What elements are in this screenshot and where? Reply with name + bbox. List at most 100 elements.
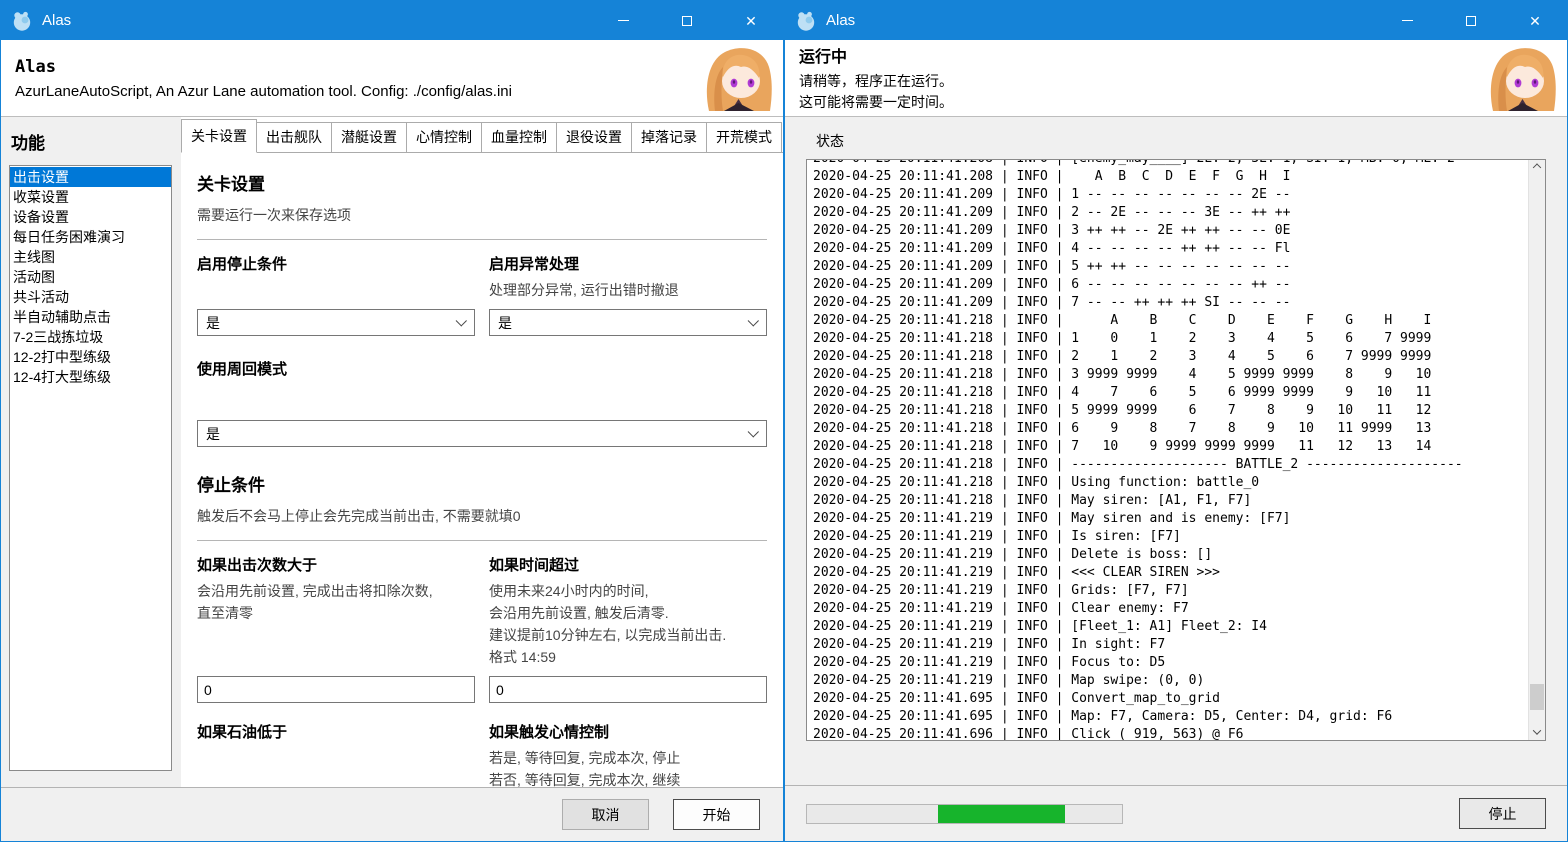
cancel-button[interactable]: 取消	[562, 799, 649, 830]
log-line: 2020-04-25 20:11:41.208 | INFO | [enemy_…	[813, 159, 1528, 168]
log-line: 2020-04-25 20:11:41.218 | INFO | 6 9 8 7…	[813, 420, 1528, 438]
running-message: 请稍等，程序正在运行。 这可能将需要一定时间。	[799, 71, 1485, 113]
chevron-down-icon	[456, 315, 467, 326]
chevron-down-icon	[748, 315, 759, 326]
enable-stop-value: 是	[206, 313, 220, 333]
minimize-button[interactable]	[591, 1, 655, 40]
log-line: 2020-04-25 20:11:41.219 | INFO | Map swi…	[813, 672, 1528, 690]
scrollbar-track[interactable]	[1529, 177, 1545, 723]
log-line: 2020-04-25 20:11:41.219 | INFO | <<< CLE…	[813, 564, 1528, 582]
runner-titlebar[interactable]: Alas ✕	[785, 1, 1567, 40]
log-line: 2020-04-25 20:11:41.218 | INFO | 2 1 2 3…	[813, 348, 1528, 366]
field-oil-below: 如果石油低于	[197, 721, 475, 787]
avatar	[701, 45, 775, 111]
runner-footer: 停止	[785, 785, 1567, 841]
app-subtitle: AzurLaneAutoScript, An Azur Lane automat…	[15, 83, 701, 100]
time-over-desc: 使用未来24小时内的时间, 会沿用先前设置, 触发后清零. 建议提前10分钟左右…	[489, 580, 767, 668]
function-listbox[interactable]: 出击设置收菜设置设备设置每日任务困难演习主线图活动图共斗活动半自动辅助点击7-2…	[9, 165, 172, 771]
enable-exception-desc: 处理部分异常, 运行出错时撤退	[489, 279, 767, 301]
enable-exception-select[interactable]: 是	[489, 309, 767, 336]
log-line: 2020-04-25 20:11:41.696 | INFO | Click (…	[813, 726, 1528, 740]
close-icon: ✕	[1529, 14, 1541, 28]
maximize-icon	[682, 16, 692, 26]
enable-stop-select[interactable]: 是	[197, 309, 475, 336]
log-scrollbar[interactable]	[1528, 160, 1545, 740]
sidebar-item[interactable]: 共斗活动	[10, 287, 171, 307]
settings-body: 功能 出击设置收菜设置设备设置每日任务困难演习主线图活动图共斗活动半自动辅助点击…	[1, 117, 783, 787]
progress-indicator	[938, 805, 1065, 823]
status-label: 状态	[816, 131, 1546, 151]
time-over-input[interactable]	[489, 676, 767, 703]
scrollbar-thumb[interactable]	[1530, 684, 1544, 710]
log-line: 2020-04-25 20:11:41.208 | INFO | A B C D…	[813, 168, 1528, 186]
time-over-label: 如果时间超过	[489, 554, 767, 575]
minimize-icon	[1402, 20, 1413, 21]
field-enable-stop: 启用停止条件 是	[197, 253, 475, 336]
log-line: 2020-04-25 20:11:41.218 | INFO | May sir…	[813, 492, 1528, 510]
row-stop-conditions: 如果出击次数大于 会沿用先前设置, 完成出击将扣除次数, 直至清零 如果时间超过…	[197, 554, 767, 703]
sidebar-item[interactable]: 收菜设置	[10, 187, 171, 207]
tab[interactable]: 关卡设置	[181, 119, 257, 153]
row-loop-mode: 使用周回模式 是	[197, 349, 767, 447]
enable-stop-label: 启用停止条件	[197, 253, 475, 274]
start-button[interactable]: 开始	[673, 799, 760, 830]
count-over-input[interactable]	[197, 676, 475, 703]
tab[interactable]: 开荒模式	[706, 122, 782, 152]
divider	[197, 540, 767, 541]
maximize-icon	[1466, 16, 1476, 26]
count-over-desc: 会沿用先前设置, 完成出击将扣除次数, 直至清零	[197, 580, 475, 624]
close-button[interactable]: ✕	[1503, 1, 1567, 40]
sidebar-item[interactable]: 主线图	[10, 247, 171, 267]
log-line: 2020-04-25 20:11:41.209 | INFO | 1 -- --…	[813, 186, 1528, 204]
log-line: 2020-04-25 20:11:41.695 | INFO | Map: F7…	[813, 708, 1528, 726]
log-line: 2020-04-25 20:11:41.209 | INFO | 5 ++ ++…	[813, 258, 1528, 276]
sidebar-item[interactable]: 每日任务困难演习	[10, 227, 171, 247]
sidebar-item[interactable]: 12-2打中型练级	[10, 347, 171, 367]
settings-footer: 取消 开始	[1, 787, 783, 841]
minimize-icon	[618, 20, 629, 21]
settings-titlebar[interactable]: Alas ✕	[1, 1, 783, 40]
scroll-down-button[interactable]	[1529, 723, 1545, 740]
sidebar-heading: 功能	[11, 129, 181, 154]
log-line: 2020-04-25 20:11:41.695 | INFO | Convert…	[813, 690, 1528, 708]
runner-header: 运行中 请稍等，程序正在运行。 这可能将需要一定时间。	[785, 40, 1567, 117]
tab[interactable]: 潜艇设置	[331, 122, 407, 152]
window-title: Alas	[42, 12, 71, 29]
scroll-up-button[interactable]	[1529, 160, 1545, 177]
maximize-button[interactable]	[1439, 1, 1503, 40]
stage-settings-page: 关卡设置 需要运行一次来保存选项 启用停止条件 是 启用异常处理	[181, 153, 783, 787]
stop-button[interactable]: 停止	[1459, 798, 1546, 829]
tab[interactable]: 出击舰队	[256, 122, 332, 152]
log-line: 2020-04-25 20:11:41.209 | INFO | 7 -- --…	[813, 294, 1528, 312]
log-line: 2020-04-25 20:11:41.219 | INFO | [Fleet_…	[813, 618, 1528, 636]
sidebar-item[interactable]: 7-2三战拣垃圾	[10, 327, 171, 347]
sidebar-item[interactable]: 半自动辅助点击	[10, 307, 171, 327]
sidebar-item[interactable]: 出击设置	[10, 167, 171, 187]
app-icon	[11, 10, 33, 32]
log-line: 2020-04-25 20:11:41.209 | INFO | 6 -- --…	[813, 276, 1528, 294]
maximize-button[interactable]	[655, 1, 719, 40]
screen: Alas ✕ Alas AzurLaneAutoScript, An Azur …	[0, 0, 1568, 842]
chevron-up-icon	[1533, 163, 1541, 171]
sidebar-item[interactable]: 12-4打大型练级	[10, 367, 171, 387]
emotion-trigger-label: 如果触发心情控制	[489, 721, 767, 742]
tab[interactable]: 退役设置	[556, 122, 632, 152]
row-oil-emotion: 如果石油低于 如果触发心情控制 若是, 等待回复, 完成本次, 停止 若否, 等…	[197, 721, 767, 787]
loop-mode-label: 使用周回模式	[197, 358, 767, 379]
log-line: 2020-04-25 20:11:41.219 | INFO | Grids: …	[813, 582, 1528, 600]
sidebar: 功能 出击设置收菜设置设备设置每日任务困难演习主线图活动图共斗活动半自动辅助点击…	[1, 117, 181, 787]
field-loop-mode: 使用周回模式 是	[197, 349, 767, 447]
close-button[interactable]: ✕	[719, 1, 783, 40]
tab[interactable]: 血量控制	[481, 122, 557, 152]
settings-window: Alas ✕ Alas AzurLaneAutoScript, An Azur …	[0, 0, 784, 842]
minimize-button[interactable]	[1375, 1, 1439, 40]
sidebar-item[interactable]: 活动图	[10, 267, 171, 287]
loop-mode-select[interactable]: 是	[197, 420, 767, 447]
tab[interactable]: 心情控制	[406, 122, 482, 152]
sidebar-item[interactable]: 设备设置	[10, 207, 171, 227]
stop-section-title: 停止条件	[197, 471, 767, 496]
avatar	[1485, 45, 1559, 111]
tab[interactable]: 掉落记录	[631, 122, 707, 152]
enable-exception-value: 是	[498, 313, 512, 333]
log-line: 2020-04-25 20:11:41.218 | INFO | 4 7 6 5…	[813, 384, 1528, 402]
